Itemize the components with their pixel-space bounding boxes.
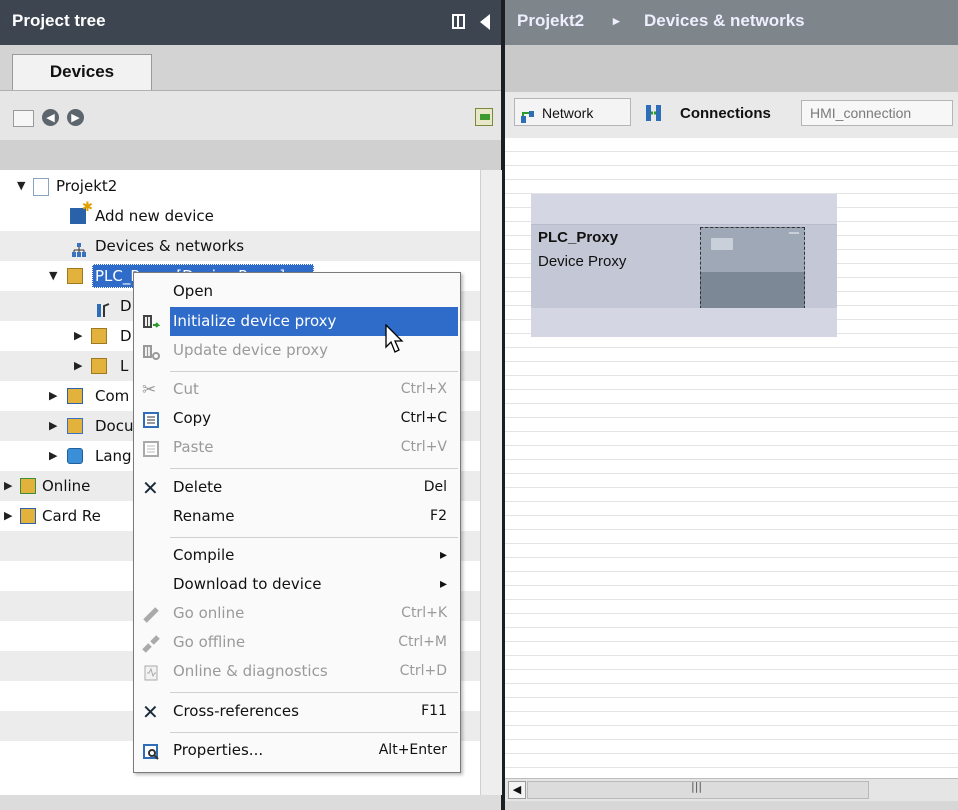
collapsed-arrow-icon[interactable]: ▶ [4,471,12,501]
tree-header-bar [0,140,501,170]
submenu-arrow-icon: ▸ [439,547,447,563]
tree-scrollbar[interactable] [480,170,502,795]
connection-type-select[interactable]: HMI_connection [801,100,953,126]
breadcrumb-page: Devices & networks [644,11,805,30]
submenu-arrow-icon: ▸ [439,576,447,592]
device-name: PLC_Proxy [538,229,619,246]
menu-item-go-offline[interactable]: Go offline Ctrl+M [135,628,459,657]
cross-references-icon: ✕ [142,700,159,724]
expanded-arrow-icon[interactable]: ▼ [17,171,25,201]
menu-item-download-to-device[interactable]: Download to device ▸ [135,570,459,599]
plc-folder-icon [67,268,83,284]
connections-icon [645,104,663,122]
properties-icon [142,742,160,760]
split-view-icon[interactable] [452,14,465,29]
device-type: Device Proxy [538,253,627,270]
collapsed-arrow-icon[interactable]: ▶ [74,321,82,351]
card-reader-icon [20,508,36,524]
menu-item-rename[interactable]: Rename F2 [135,502,459,531]
connections-button[interactable]: Connections [680,105,771,122]
expanded-arrow-icon[interactable]: ▼ [49,261,57,291]
collapsed-arrow-icon[interactable]: ▶ [49,381,57,411]
menu-item-initialize-device-proxy[interactable]: Initialize device proxy [135,307,459,336]
breadcrumb-project[interactable]: Projekt2 [517,11,584,31]
panel-title: Project tree [12,11,106,30]
tree-item-devices-networks[interactable]: Devices & networks [0,231,480,261]
menu-item-online-diagnostics[interactable]: Online & diagnostics Ctrl+D [135,657,459,686]
folder-icon [91,358,107,374]
paste-icon [142,439,160,457]
mouse-cursor-icon [385,323,407,356]
tab-devices[interactable]: Devices [12,54,152,90]
sync-icon[interactable] [475,108,493,126]
initialize-proxy-icon [142,312,161,330]
editor-header: Projekt2 ▸ Devices & networks [505,0,958,45]
project-tree-header: Project tree [0,0,501,45]
update-proxy-icon [142,342,160,360]
tree-toolbar: ◀ ▶ [0,90,501,141]
forward-icon[interactable]: ▶ [67,109,84,126]
project-icon [33,178,49,196]
context-menu: Open Initialize device proxy Update devi… [133,272,461,773]
globe-icon [67,448,83,464]
menu-item-go-online[interactable]: Go online Ctrl+K [135,599,459,628]
collapse-panel-icon[interactable] [480,14,490,30]
collapsed-arrow-icon[interactable]: ▶ [49,411,57,441]
menu-item-properties[interactable]: Properties... Alt+Enter [135,736,459,765]
collapsed-arrow-icon[interactable]: ▶ [4,501,12,531]
collapsed-arrow-icon[interactable]: ▶ [74,351,82,381]
tab-bar: Devices [0,45,501,90]
horizontal-scrollbar[interactable]: ◀ ||| [505,778,958,801]
menu-item-cut[interactable]: ✂ Cut Ctrl+X [135,375,459,404]
device-config-icon [96,298,112,317]
folder-icon [91,328,107,344]
menu-item-compile[interactable]: Compile ▸ [135,541,459,570]
common-data-icon [67,388,83,404]
menu-item-paste[interactable]: Paste Ctrl+V [135,433,459,462]
document-icon [67,418,83,434]
go-online-icon [142,605,160,623]
editor-tabbar [505,45,958,92]
device-block[interactable]: PLC_Proxy Device Proxy [531,194,837,337]
scroll-left-button[interactable]: ◀ [508,781,526,799]
menu-item-update-device-proxy[interactable]: Update device proxy [135,336,459,365]
device-module-image [700,227,805,309]
menu-item-delete[interactable]: ✕ Delete Del [135,473,459,502]
network-view-button[interactable]: Network [514,98,631,126]
delete-x-icon: ✕ [142,476,159,500]
back-icon[interactable]: ◀ [42,109,59,126]
collapsed-arrow-icon[interactable]: ▶ [49,441,57,471]
diagnostics-icon [142,663,160,681]
menu-item-cross-references[interactable]: ✕ Cross-references F11 [135,697,459,726]
scroll-thumb[interactable]: ||| [527,780,869,799]
tree-item-add-new-device[interactable]: ✱ Add new device [0,200,480,231]
breadcrumb-separator: ▸ [613,13,620,28]
menu-item-open[interactable]: Open [135,277,459,306]
editor-toolbar: Network Connections HMI_connection [505,92,958,138]
network-icon [71,238,87,257]
scissors-icon: ✂ [142,380,157,400]
tree-item-projekt2[interactable]: ▼ Projekt2 [0,171,480,201]
network-icon [520,105,536,123]
new-folder-icon[interactable] [13,110,34,127]
menu-item-copy[interactable]: Copy Ctrl+C [135,404,459,433]
star-icon: ✱ [82,200,93,215]
copy-icon [142,410,160,428]
online-access-icon [20,478,36,494]
go-offline-icon [142,634,160,653]
